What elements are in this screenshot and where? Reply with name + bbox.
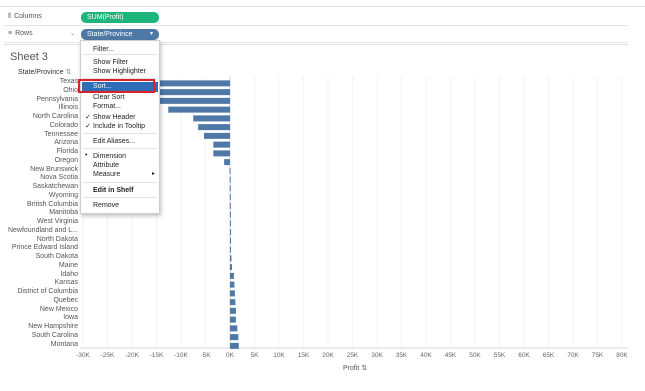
bar[interactable] [229, 194, 231, 201]
menu-separator [83, 133, 157, 134]
bar[interactable] [230, 229, 231, 236]
menu-item-include-in-tooltip[interactable]: Include in Tooltip [93, 122, 145, 131]
bar[interactable] [230, 264, 232, 271]
menu-separator [83, 182, 157, 183]
x-tick-label: 70K [567, 352, 579, 359]
bar[interactable] [230, 307, 236, 314]
bar[interactable] [230, 334, 239, 341]
bar[interactable] [230, 342, 239, 349]
x-tick-label: 45K [445, 352, 457, 359]
bar[interactable] [230, 272, 234, 279]
menu-item-show-highlighter[interactable]: Show Highlighter [93, 67, 146, 76]
bar[interactable] [204, 132, 230, 139]
menu-separator [83, 54, 157, 55]
x-tick-label: 40K [420, 352, 432, 359]
checkmark-icon: ✓ [85, 123, 91, 130]
bar[interactable] [230, 246, 231, 253]
menu-item-format[interactable]: Format... [93, 102, 121, 111]
menu-item-filter[interactable]: Filter... [93, 45, 114, 54]
x-tick-label: -20K [125, 352, 139, 359]
x-axis-title-text: Profit [343, 365, 360, 372]
x-tick-label: 25K [347, 352, 359, 359]
bar[interactable] [224, 159, 230, 166]
bar[interactable] [229, 185, 231, 192]
menu-item-show-filter[interactable]: Show Filter [93, 58, 128, 67]
bar[interactable] [230, 299, 236, 306]
bar[interactable] [229, 167, 231, 174]
menu-item-edit-aliases[interactable]: Edit Aliases... [93, 137, 135, 146]
menu-item-clear-sort[interactable]: Clear Sort [93, 93, 125, 102]
x-axis-title: Profit ⇅ [343, 364, 367, 372]
sort-highlight-frame [78, 79, 155, 93]
x-tick-label: -10K [174, 352, 188, 359]
menu-item-attribute[interactable]: Attribute [93, 161, 119, 170]
x-tick-label: -25K [101, 352, 115, 359]
menu-item-measure[interactable]: Measure [93, 170, 120, 179]
x-tick-label: -30K [76, 352, 90, 359]
bar[interactable] [229, 211, 231, 218]
x-tick-label: 30K [371, 352, 383, 359]
x-tick-label: -15K [150, 352, 164, 359]
x-tick-label: 60K [518, 352, 530, 359]
menu-item-remove[interactable]: Remove [93, 201, 119, 210]
x-tick-label: 50K [469, 352, 481, 359]
bar[interactable] [193, 115, 230, 122]
x-tick-label: 5K [251, 352, 260, 359]
x-tick-label: 15K [298, 352, 310, 359]
checkmark-icon: ✓ [85, 114, 91, 121]
bar[interactable] [230, 316, 236, 323]
x-tick-label: 35K [396, 352, 408, 359]
bar[interactable] [230, 281, 235, 288]
x-tick-label: -5K [200, 352, 211, 359]
x-tick-label: 20K [322, 352, 334, 359]
bar[interactable] [230, 325, 238, 332]
x-tick-label: 55K [494, 352, 506, 359]
x-tick-label: 10K [273, 352, 285, 359]
x-tick-label: 80K [616, 352, 628, 359]
x-tick-label: 75K [592, 352, 604, 359]
bar[interactable] [153, 97, 230, 104]
menu-item-show-header[interactable]: Show Header [93, 113, 135, 122]
menu-item-edit-in-shelf[interactable]: Edit in Shelf [93, 186, 133, 195]
bar[interactable] [229, 220, 231, 227]
axis-sort-icon: ⇅ [361, 365, 368, 372]
x-tick-label: 0K [226, 352, 235, 359]
menu-item-dimension[interactable]: Dimension [93, 152, 126, 161]
menu-separator [83, 197, 157, 198]
bar[interactable] [213, 141, 230, 148]
radio-dot-icon: • [85, 152, 88, 159]
bar[interactable] [230, 290, 235, 297]
bar[interactable] [230, 237, 231, 244]
submenu-arrow-icon: ▸ [151, 171, 155, 177]
bar[interactable] [198, 124, 230, 131]
bar[interactable] [213, 150, 230, 157]
bar[interactable] [230, 255, 232, 262]
bar[interactable] [229, 202, 231, 209]
menu-separator [83, 148, 157, 149]
bar[interactable] [168, 106, 230, 113]
x-tick-label: 65K [543, 352, 555, 359]
field-context-menu[interactable]: Filter... Show Filter Show Highlighter Sort… [80, 40, 160, 214]
bar[interactable] [229, 176, 231, 183]
